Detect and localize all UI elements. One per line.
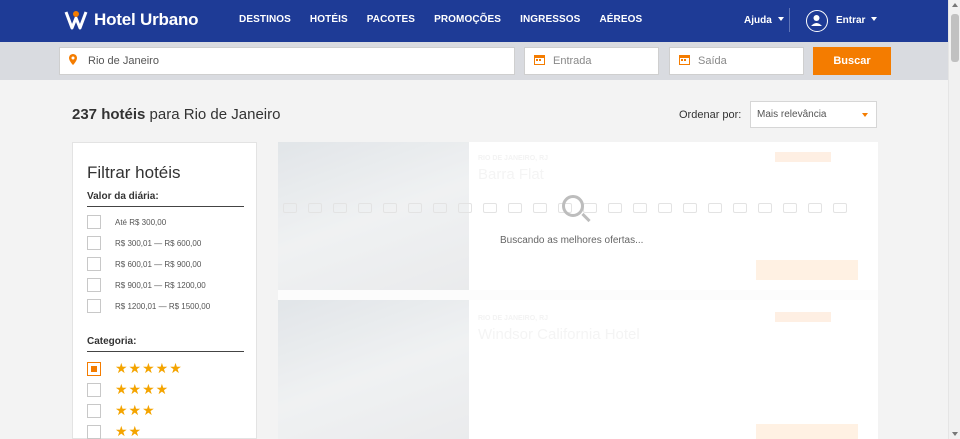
luggage-icon [458,203,472,213]
category-option-5-stars[interactable]: ★★★★★ [87,360,183,377]
chevron-down-icon [871,17,878,21]
checkbox[interactable] [87,361,101,376]
checkbox[interactable] [87,403,101,418]
star-rating: ★★★★ [115,381,170,397]
bed-icon [633,203,647,213]
scroll-down-icon[interactable] [952,432,958,436]
login-label: Entrar [836,15,866,26]
price-option-label: R$ 300,01 — R$ 600,00 [115,238,202,248]
order-value: Mais relevância [757,109,827,120]
category-option-3-stars[interactable]: ★★★ [87,402,156,419]
nav-pacotes[interactable]: PACOTES [367,14,415,25]
category-option-4-stars[interactable]: ★★★★ [87,381,169,398]
map-pin-icon [69,54,79,68]
checkout-input[interactable]: Saída [669,47,804,75]
nav-aereos[interactable]: AÉREOS [599,14,642,25]
chevron-down-icon [777,17,784,21]
star-rating: ★★★★★ [115,360,183,376]
hotel-urbano-logo[interactable]: Hotel Urbano [64,9,199,31]
checkin-placeholder: Entrada [553,55,592,67]
user-glyph [811,15,822,26]
main-nav: DESTINOS HOTÉIS PACOTES PROMOÇÕES INGRES… [239,14,661,25]
nav-destinos[interactable]: DESTINOS [239,14,291,25]
help-menu[interactable]: Ajuda [744,15,784,26]
luggage-icon [658,203,672,213]
checkbox[interactable] [87,257,101,271]
filter-title: Filtrar hotéis [87,163,181,182]
login-menu[interactable]: Entrar [836,15,878,26]
luggage-icon [808,203,822,213]
price-option[interactable]: R$ 1200,01 — R$ 1500,00 [87,299,210,313]
price-option[interactable]: R$ 600,01 — R$ 900,00 [87,257,201,271]
luggage-icon [608,203,622,213]
price-option-label: R$ 600,01 — R$ 900,00 [115,259,202,269]
destination-value: Rio de Janeiro [88,55,159,67]
calendar-icon [679,54,690,68]
user-icon[interactable] [806,10,828,32]
bed-icon [833,203,847,213]
checkbox[interactable] [87,278,101,292]
category-option-2-stars[interactable]: ★★ [87,423,142,439]
checkbox[interactable] [87,236,101,250]
checkbox[interactable] [87,382,101,397]
bed-icon [483,203,497,213]
help-label: Ajuda [744,15,772,26]
price-option[interactable]: R$ 300,01 — R$ 600,00 [87,236,201,250]
luggage-icon [308,203,322,213]
search-button[interactable]: Buscar [813,47,891,75]
logo-text: Hotel Urbano [94,10,199,29]
luggage-icon [358,203,372,213]
page-scrollbar[interactable] [948,0,960,439]
bed-icon [683,203,697,213]
scroll-up-icon[interactable] [952,3,958,7]
nav-promocoes[interactable]: PROMOÇÕES [434,14,501,25]
price-option[interactable]: R$ 900,01 — R$ 1200,00 [87,278,206,292]
luggage-icon [758,203,772,213]
luggage-icon [708,203,722,213]
results-destination: para Rio de Janeiro [149,106,281,123]
header-divider [789,8,790,32]
checkbox[interactable] [87,299,101,313]
results-count: 237 hotéis para Rio de Janeiro [72,106,280,123]
destination-input[interactable]: Rio de Janeiro [59,47,515,75]
bed-icon [433,203,447,213]
price-section-heading: Valor da diária: [87,191,244,207]
loading-message: Buscando as melhores ofertas... [500,235,644,246]
nav-ingressos[interactable]: INGRESSOS [520,14,580,25]
bed-icon [583,203,597,213]
bed-icon [783,203,797,213]
search-icon [562,195,584,217]
filter-sidebar: Filtrar hotéis Valor da diária: Até R$ 3… [72,142,257,439]
bed-icon [533,203,547,213]
checkbox[interactable] [87,424,101,439]
results-count-number: 237 hotéis [72,106,146,123]
chevron-down-icon [862,113,868,117]
bed-icon [333,203,347,213]
bed-icon [733,203,747,213]
price-option-label: R$ 1200,01 — R$ 1500,00 [115,301,211,311]
luggage-icon [508,203,522,213]
bed-icon [283,203,297,213]
search-bar: Rio de Janeiro Entrada Saída Buscar [0,42,948,80]
price-option-label: Até R$ 300,00 [115,217,167,227]
luggage-icon [408,203,422,213]
top-navigation-bar: Hotel Urbano DESTINOS HOTÉIS PACOTES PRO… [0,0,948,42]
checkin-input[interactable]: Entrada [524,47,659,75]
checkbox[interactable] [87,215,101,229]
checkout-placeholder: Saída [698,55,727,67]
order-label: Ordenar por: [679,109,742,121]
nav-hoteis[interactable]: HOTÉIS [310,14,348,25]
star-rating: ★★★ [115,402,156,418]
scrollbar-thumb[interactable] [951,14,959,62]
star-rating: ★★ [115,423,143,439]
category-section-heading: Categoria: [87,336,244,352]
order-select[interactable]: Mais relevância [750,101,877,128]
price-option[interactable]: Até R$ 300,00 [87,215,166,229]
loading-overlay [278,142,878,439]
logo-icon [64,11,88,30]
price-option-label: R$ 900,01 — R$ 1200,00 [115,280,206,290]
bed-icon [383,203,397,213]
calendar-icon [534,54,545,68]
